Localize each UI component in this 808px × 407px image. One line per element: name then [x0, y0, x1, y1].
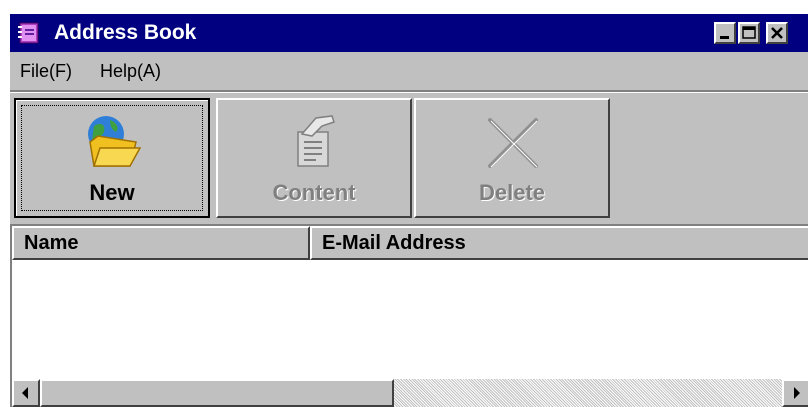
address-book-icon	[16, 20, 42, 46]
left-arrow-icon	[22, 387, 28, 399]
horizontal-scrollbar[interactable]	[12, 379, 808, 407]
cross-icon	[488, 118, 538, 168]
scroll-left-button[interactable]	[12, 379, 40, 407]
right-arrow-icon	[794, 387, 800, 399]
minimize-button[interactable]	[714, 22, 736, 44]
close-button[interactable]	[766, 22, 788, 44]
document-hand-icon	[297, 115, 335, 167]
menu-divider	[10, 90, 808, 93]
delete-button[interactable]: Delete	[414, 98, 610, 218]
column-header-name[interactable]: Name	[12, 226, 310, 260]
scroll-right-button[interactable]	[782, 379, 808, 407]
globe-folder-icon	[88, 116, 142, 167]
column-header-email[interactable]: E-Mail Address	[310, 226, 808, 260]
new-label: New	[89, 180, 135, 205]
maximize-button[interactable]	[738, 22, 760, 44]
toolbar: New Content Delete	[10, 98, 808, 220]
delete-label: Delete	[478, 180, 546, 205]
title-bar[interactable]: Address Book	[10, 14, 808, 52]
maximize-icon	[742, 26, 756, 39]
new-button[interactable]: New	[14, 98, 210, 218]
menu-help[interactable]: Help(A)	[100, 61, 161, 82]
address-list[interactable]: Name E-Mail Address	[10, 224, 808, 407]
scroll-thumb[interactable]	[40, 379, 394, 407]
close-icon	[771, 27, 783, 39]
content-button[interactable]: Content	[216, 98, 412, 218]
content-label: Content	[272, 180, 356, 205]
window-title: Address Book	[54, 21, 197, 44]
minimize-icon	[720, 36, 729, 39]
address-book-window: Address Book File(F) Help(A) New Content…	[10, 14, 808, 407]
menu-bar: File(F) Help(A)	[10, 54, 808, 88]
menu-file[interactable]: File(F)	[20, 61, 72, 82]
